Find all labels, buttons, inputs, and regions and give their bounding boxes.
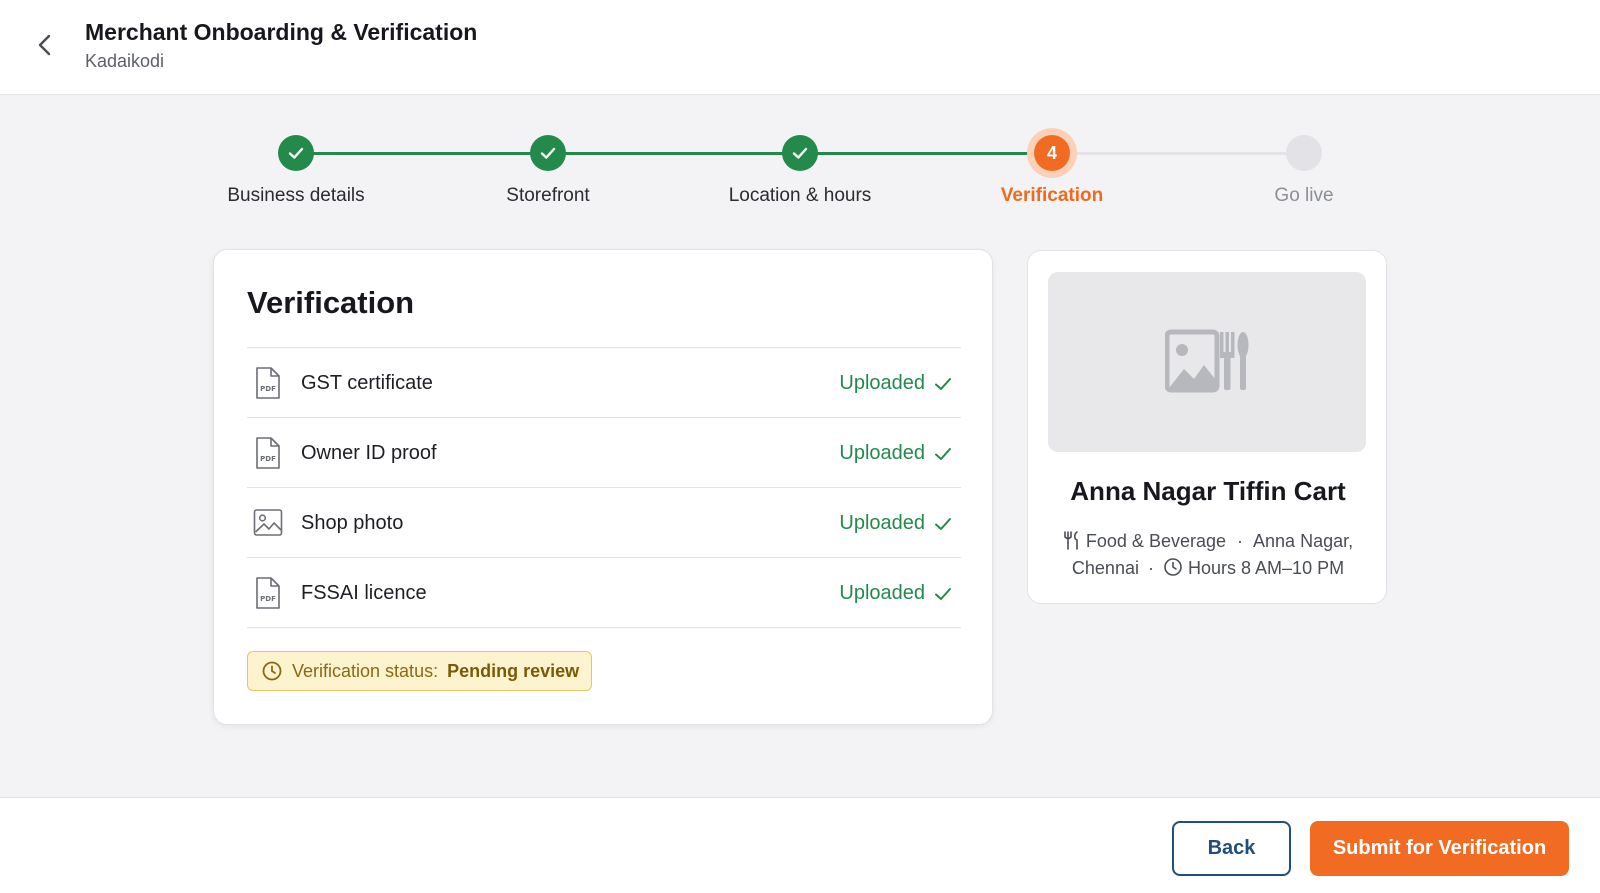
svg-text:PDF: PDF — [260, 595, 276, 603]
check-icon — [935, 377, 951, 390]
pdf-file-icon: PDF — [256, 367, 280, 399]
document-name: GST certificate — [301, 372, 433, 394]
clock-icon — [262, 661, 282, 681]
verification-title: Verification — [247, 285, 415, 320]
document-status: Uploaded — [839, 582, 953, 605]
document-status-label: Uploaded — [839, 582, 925, 604]
submit-for-verification-button[interactable]: Submit for Verification — [1310, 821, 1569, 876]
document-status: Uploaded — [839, 442, 953, 465]
onboarding-stepper: 4 Business details Storefront Location &… — [0, 125, 1600, 225]
page-title: Merchant Onboarding & Verification — [85, 19, 478, 45]
document-status: Uploaded — [839, 512, 953, 535]
stepper-line-pending — [1052, 152, 1304, 155]
shop-meta: Food & Beverage · Anna Nagar, Chennai · … — [1048, 528, 1368, 582]
document-list: PDF GST certificate Uploaded PDF Owner I… — [247, 347, 961, 628]
meta-separator: · — [1237, 531, 1244, 551]
step-4-current-marker: 4 — [1034, 135, 1070, 171]
step-label-verification: Verification — [1000, 185, 1104, 206]
meta-separator: · — [1147, 558, 1154, 578]
pdf-file-icon: PDF — [256, 437, 280, 469]
document-row-owner-id[interactable]: PDF Owner ID proof Uploaded — [247, 418, 961, 488]
step-label-business-details: Business details — [227, 185, 365, 206]
check-icon — [935, 517, 951, 530]
footer-bar: Back Submit for Verification — [0, 797, 1600, 893]
document-status-label: Uploaded — [839, 372, 925, 394]
app-header: Merchant Onboarding & Verification Kadai… — [0, 0, 1600, 95]
svg-text:PDF: PDF — [260, 455, 276, 463]
step-label-storefront: Storefront — [506, 185, 590, 206]
step-3-check-icon — [782, 135, 818, 171]
image-food-placeholder-icon — [1165, 329, 1249, 393]
check-icon — [935, 447, 951, 460]
verification-status-badge: Verification status: Pending review — [247, 651, 593, 691]
document-status-label: Uploaded — [839, 442, 925, 464]
status-value: Pending review — [447, 660, 580, 681]
merchant-name: Kadaikodi — [85, 51, 165, 71]
shop-photo-placeholder — [1048, 272, 1366, 452]
stepper-line-complete — [296, 152, 1052, 155]
storefront-preview-card: Anna Nagar Tiffin Cart Food & Beverage ·… — [1027, 250, 1387, 604]
check-icon — [935, 587, 951, 600]
document-status: Uploaded — [839, 372, 953, 395]
document-row-gst[interactable]: PDF GST certificate Uploaded — [247, 348, 961, 418]
document-row-shop-photo[interactable]: Shop photo Uploaded — [247, 488, 961, 558]
step-label-go-live: Go live — [1274, 185, 1334, 206]
back-chevron-icon[interactable] — [30, 30, 60, 60]
document-status-label: Uploaded — [839, 512, 925, 534]
shop-category: Food & Beverage — [1085, 531, 1226, 551]
back-button[interactable]: Back — [1172, 821, 1291, 876]
step-1-check-icon — [278, 135, 314, 171]
verification-card: Verification PDF GST certificate Uploade… — [213, 249, 993, 725]
fork-knife-icon — [1064, 531, 1078, 550]
step-2-check-icon — [530, 135, 566, 171]
step-label-location-hours: Location & hours — [728, 185, 872, 206]
step-5-pending-marker — [1286, 135, 1322, 171]
clock-icon — [1164, 558, 1182, 576]
document-row-fssai[interactable]: PDF FSSAI licence Uploaded — [247, 558, 961, 628]
pdf-file-icon: PDF — [256, 577, 280, 609]
document-name: FSSAI licence — [301, 582, 427, 604]
shop-name: Anna Nagar Tiffin Cart — [1070, 476, 1346, 506]
image-icon — [253, 509, 283, 536]
status-label: Verification status: — [292, 660, 439, 681]
document-name: Shop photo — [301, 512, 404, 534]
document-name: Owner ID proof — [301, 442, 437, 464]
svg-text:PDF: PDF — [260, 385, 276, 393]
shop-hours: Hours 8 AM–10 PM — [1188, 558, 1345, 578]
